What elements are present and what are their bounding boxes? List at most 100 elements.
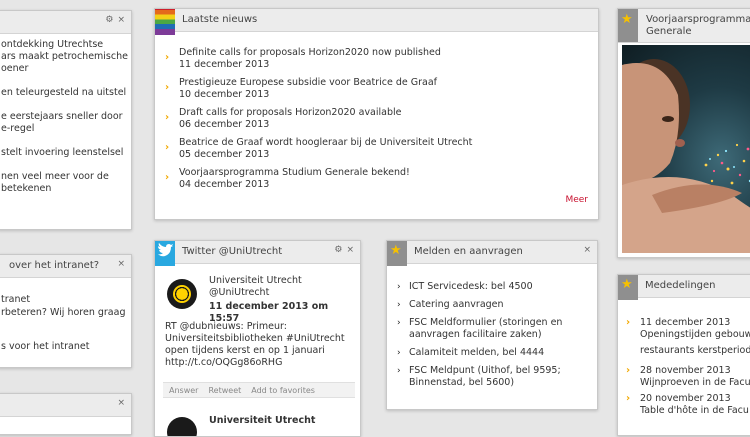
left-news-item[interactable]: ars maakt petrochemische xyxy=(1,51,128,63)
left-news-item[interactable]: nen veel meer voor de xyxy=(1,171,128,183)
intranet-line: tranet xyxy=(1,294,31,305)
melden-item-text[interactable]: Binnenstad, bel 5600) xyxy=(409,377,593,389)
gear-icon[interactable]: ⚙ xyxy=(105,15,113,25)
news-item[interactable]: › Definite calls for proposals Horizon202… xyxy=(163,47,583,71)
rainbow-icon xyxy=(155,9,175,35)
melden-item-text[interactable]: ICT Servicedesk: bel 4500 xyxy=(409,281,593,293)
tweet-text-line: Universiteitsbibliotheken #UniUtrecht xyxy=(165,333,345,344)
tweet2-author-name[interactable]: Universiteit Utrecht xyxy=(209,415,315,426)
left-news-item[interactable]: en teleurgesteld na uitstel xyxy=(1,87,128,99)
bird-icon xyxy=(158,243,173,257)
tweet-text-line: open tijdens kerst en op 1 januari xyxy=(165,345,325,356)
left-news-item[interactable]: oener xyxy=(1,63,128,75)
left-news-item[interactable]: e-regel xyxy=(1,123,128,135)
bottom-left-widget: × xyxy=(0,393,132,435)
mededeling-date: 28 november 2013 xyxy=(640,365,731,376)
melden-title: Melden en aanvragen xyxy=(414,246,523,257)
news-item-title[interactable]: Definite calls for proposals Horizon2020… xyxy=(179,47,583,59)
arrow-icon: › xyxy=(626,317,631,328)
news-item-title[interactable]: Prestigieuze Europese subsidie voor Beat… xyxy=(179,77,583,89)
mededelingen-title: Mededelingen xyxy=(645,280,716,291)
chevron-right-icon: › xyxy=(397,348,401,358)
answer-button[interactable]: Answer xyxy=(169,386,198,395)
mededelingen-widget: ★ Mededelingen › 11 december 2013 Openings… xyxy=(617,274,750,436)
melden-item-text[interactable]: aanvragen facilitaire zaken) xyxy=(409,329,593,341)
left-news-item[interactable]: ontdekking Utrechtse xyxy=(1,39,128,51)
star-icon: ★ xyxy=(621,12,633,27)
melden-item-text[interactable]: Catering aanvragen xyxy=(409,299,593,311)
news-item-date: 06 december 2013 xyxy=(179,119,270,130)
voorjaar-title-line1: Voorjaarsprogramma xyxy=(646,14,750,25)
news-item-date: 10 december 2013 xyxy=(179,89,270,100)
melden-item-text[interactable]: FSC Meldpunt (Uithof, bel 9595; xyxy=(409,365,593,377)
voorjaar-photo[interactable] xyxy=(622,45,750,253)
close-icon[interactable]: × xyxy=(117,398,125,408)
melden-item-text[interactable]: Calamiteit melden, bel 4444 xyxy=(409,347,593,359)
arrow-icon: › xyxy=(626,365,631,376)
tweet2-avatar[interactable] xyxy=(167,417,197,436)
tweet-author-name[interactable]: Universiteit Utrecht xyxy=(209,275,360,287)
chevron-right-icon: › xyxy=(397,282,401,292)
mededeling-item[interactable]: restaurants kerstperiod xyxy=(624,345,750,357)
news-item-title[interactable]: Voorjaarsprogramma Studium Generale beke… xyxy=(179,167,583,179)
gear-icon[interactable]: ⚙ xyxy=(334,245,342,255)
mededeling-date: 11 december 2013 xyxy=(640,317,731,328)
melden-item[interactable]: › FSC Meldpunt (Uithof, bel 9595; Binnenst… xyxy=(393,365,593,389)
star-badge: ★ xyxy=(618,275,638,300)
tweet-link[interactable]: http://t.co/OQGg86oRHG xyxy=(165,357,345,369)
arrow-icon: › xyxy=(165,52,170,63)
close-icon[interactable]: × xyxy=(346,245,354,255)
latest-news-title: Laatste nieuws xyxy=(182,14,258,25)
latest-news-header: Laatste nieuws xyxy=(155,9,598,35)
melden-item[interactable]: › FSC Meldformulier (storingen en aanvrage… xyxy=(393,317,593,341)
melden-header: ★ Melden en aanvragen × xyxy=(387,241,597,266)
photo-scene xyxy=(622,59,750,253)
news-item-date: 05 december 2013 xyxy=(179,149,270,160)
mededeling-item[interactable]: › 28 november 2013 Wijnproeven in de Facu xyxy=(624,365,750,389)
twitter-badge xyxy=(155,241,175,266)
close-icon[interactable]: × xyxy=(583,245,591,255)
left-news-item[interactable]: stelt invoering leenstelsel xyxy=(1,147,128,159)
close-icon[interactable]: × xyxy=(117,15,125,25)
favorite-button[interactable]: Add to favorites xyxy=(251,386,315,395)
left-news-item[interactable]: e eerstejaars sneller door xyxy=(1,111,128,123)
news-item[interactable]: › Prestigieuze Europese subsidie voor Bea… xyxy=(163,77,583,101)
chevron-right-icon: › xyxy=(397,300,401,310)
news-item[interactable]: › Draft calls for proposals Horizon2020 a… xyxy=(163,107,583,131)
intranet-widget-header: over het intranet? × xyxy=(0,255,131,278)
latest-news-list: › Definite calls for proposals Horizon202… xyxy=(163,47,583,197)
intranet-line: rbeteren? Wij horen graag xyxy=(1,307,126,318)
melden-widget: ★ Melden en aanvragen × › ICT Servicedesk… xyxy=(386,240,598,410)
mededelingen-list: › 11 december 2013 Openingstijden gebouw re… xyxy=(624,317,750,421)
intranet-title: over het intranet? xyxy=(9,260,100,271)
melden-item[interactable]: › Calamiteit melden, bel 4444 xyxy=(393,347,593,359)
star-icon: ★ xyxy=(390,243,402,258)
intranet-line: s voor het intranet xyxy=(1,341,90,352)
tweet-author-handle[interactable]: @UniUtrecht xyxy=(209,287,360,299)
more-link[interactable]: Meer xyxy=(565,195,588,205)
close-icon[interactable]: × xyxy=(117,259,125,269)
left-news-item[interactable]: betekenen xyxy=(1,183,128,195)
twitter-header: Twitter @UniUtrecht ⚙ × xyxy=(155,241,360,266)
retweet-button[interactable]: Retweet xyxy=(208,386,241,395)
mededeling-item[interactable]: › 20 november 2013 Table d'hôte in de Facu xyxy=(624,393,750,417)
news-item-title[interactable]: Draft calls for proposals Horizon2020 av… xyxy=(179,107,583,119)
mededeling-title[interactable]: Table d'hôte in de Facu xyxy=(640,405,750,417)
news-item-title[interactable]: Beatrice de Graaf wordt hoogleraar bij d… xyxy=(179,137,583,149)
melden-item-text[interactable]: FSC Meldformulier (storingen en xyxy=(409,317,593,329)
mededeling-title[interactable]: restaurants kerstperiod xyxy=(640,345,750,357)
melden-item[interactable]: › Catering aanvragen xyxy=(393,299,593,311)
melden-item[interactable]: › ICT Servicedesk: bel 4500 xyxy=(393,281,593,293)
news-widget-left: ⚙ × ontdekking Utrechtse ars maakt petroc… xyxy=(0,10,132,230)
mededeling-title[interactable]: Openingstijden gebouw xyxy=(640,329,750,341)
news-item-date: 11 december 2013 xyxy=(179,59,270,70)
arrow-icon: › xyxy=(165,82,170,93)
intranet-widget: over het intranet? × tranet rbeteren? Wi… xyxy=(0,254,132,368)
news-item[interactable]: › Beatrice de Graaf wordt hoogleraar bij … xyxy=(163,137,583,161)
mededeling-item[interactable]: › 11 december 2013 Openingstijden gebouw xyxy=(624,317,750,341)
star-badge: ★ xyxy=(387,241,407,266)
star-icon: ★ xyxy=(621,277,633,292)
mededeling-title[interactable]: Wijnproeven in de Facu xyxy=(640,377,750,389)
tweet-avatar[interactable] xyxy=(167,279,197,309)
news-item[interactable]: › Voorjaarsprogramma Studium Generale bek… xyxy=(163,167,583,191)
